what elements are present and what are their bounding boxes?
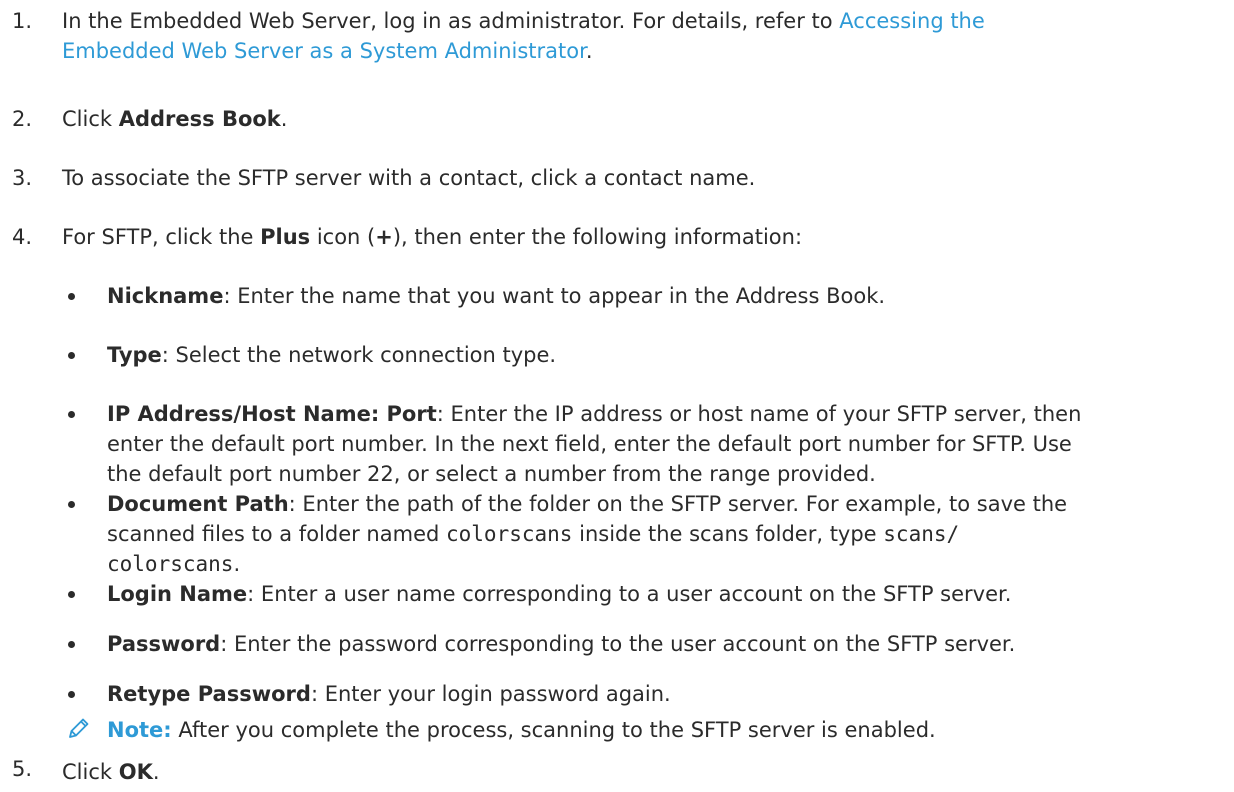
step-number: 4.	[12, 225, 33, 249]
field-description: : Enter a user name corresponding to a u…	[247, 582, 1012, 606]
step-text-segment: Click	[62, 107, 119, 131]
bullet-text: Login Name: Enter a user name correspond…	[107, 579, 1204, 609]
note-label: Note:	[107, 718, 172, 742]
step-number: 2.	[12, 107, 33, 131]
field-description: the default port number 22, or select a …	[107, 462, 876, 486]
pencil-icon	[69, 718, 89, 738]
note: Note: After you complete the process, sc…	[0, 715, 1234, 745]
code-path: colorscans	[107, 552, 234, 576]
field-name: Password	[107, 632, 221, 656]
field-name: Type	[107, 343, 162, 367]
field-description: enter the default port number. In the ne…	[107, 432, 1072, 456]
field-description: : Enter the path of the folder on the SF…	[288, 492, 1068, 516]
bullet-dot	[68, 501, 75, 508]
bullet-text: Type: Select the network connection type…	[107, 340, 1204, 370]
field-name: Document Path	[107, 492, 289, 516]
bullet-dot	[68, 641, 75, 648]
field-description: : Enter the password corresponding to th…	[220, 632, 1016, 656]
field-description: scanned files to a folder named	[107, 522, 446, 546]
step-text: For SFTP, click the Plus icon (+), then …	[62, 222, 1214, 252]
bullet-dot	[68, 352, 75, 359]
step-text: Click Address Book.	[62, 104, 1214, 134]
step-number: 1.	[12, 9, 33, 33]
field-description: : Enter your login password again.	[310, 682, 671, 706]
field-name: Login Name	[107, 582, 248, 606]
code-path: scans/	[883, 522, 960, 546]
field-name: Nickname	[107, 284, 224, 308]
step-text-segment: .	[152, 760, 160, 784]
step-text-segment: .	[280, 107, 288, 131]
step-text-segment: .	[585, 39, 593, 63]
step-text: Click OK.	[62, 757, 1214, 787]
field-name: Retype Password	[107, 682, 311, 706]
step-number: 5.	[12, 757, 33, 781]
step-text-segment: Click	[62, 760, 119, 784]
bullet-text: IP Address/Host Name: Port: Enter the IP…	[107, 399, 1204, 489]
bullet-text: Password: Enter the password correspondi…	[107, 629, 1204, 659]
code-folder-name: colorscans	[446, 522, 573, 546]
field-name: IP Address/Host Name: Port	[107, 402, 437, 426]
plus-symbol: +	[375, 225, 393, 249]
field-description: : Enter the IP address or host name of y…	[436, 402, 1082, 426]
step-text: To associate the SFTP server with a cont…	[62, 166, 756, 190]
step-text-segment: icon (	[310, 225, 376, 249]
step-text-segment: In the Embedded Web Server, log in as ad…	[62, 9, 840, 33]
step-text: In the Embedded Web Server, log in as ad…	[62, 6, 1214, 66]
ui-term: Plus	[260, 225, 311, 249]
link-text-line[interactable]: Embedded Web Server as a System Administ…	[62, 39, 586, 63]
bullet-text: Nickname: Enter the name that you want t…	[107, 281, 1204, 311]
bullet-dot	[68, 591, 75, 598]
field-description: inside the scans folder, type	[572, 522, 884, 546]
field-description: : Select the network connection type.	[161, 343, 557, 367]
bullet-text: Document Path: Enter the path of the fol…	[107, 489, 1204, 579]
field-description: .	[233, 552, 241, 576]
bullet-dot	[68, 411, 75, 418]
step-text-segment: ), then enter the following information:	[392, 225, 803, 249]
link-text-line[interactable]: Accessing the	[839, 9, 985, 33]
bullet-dot	[68, 293, 75, 300]
bullet-text: Retype Password: Enter your login passwo…	[107, 679, 1204, 709]
step-text-segment: For SFTP, click the	[62, 225, 261, 249]
note-text: Note: After you complete the process, sc…	[107, 715, 936, 745]
ui-term: OK	[118, 760, 153, 784]
field-description: : Enter the name that you want to appear…	[223, 284, 886, 308]
note-body: After you complete the process, scanning…	[171, 718, 936, 742]
ui-term: Address Book	[118, 107, 281, 131]
step-number: 3.	[12, 166, 33, 190]
bullet-dot	[68, 691, 75, 698]
